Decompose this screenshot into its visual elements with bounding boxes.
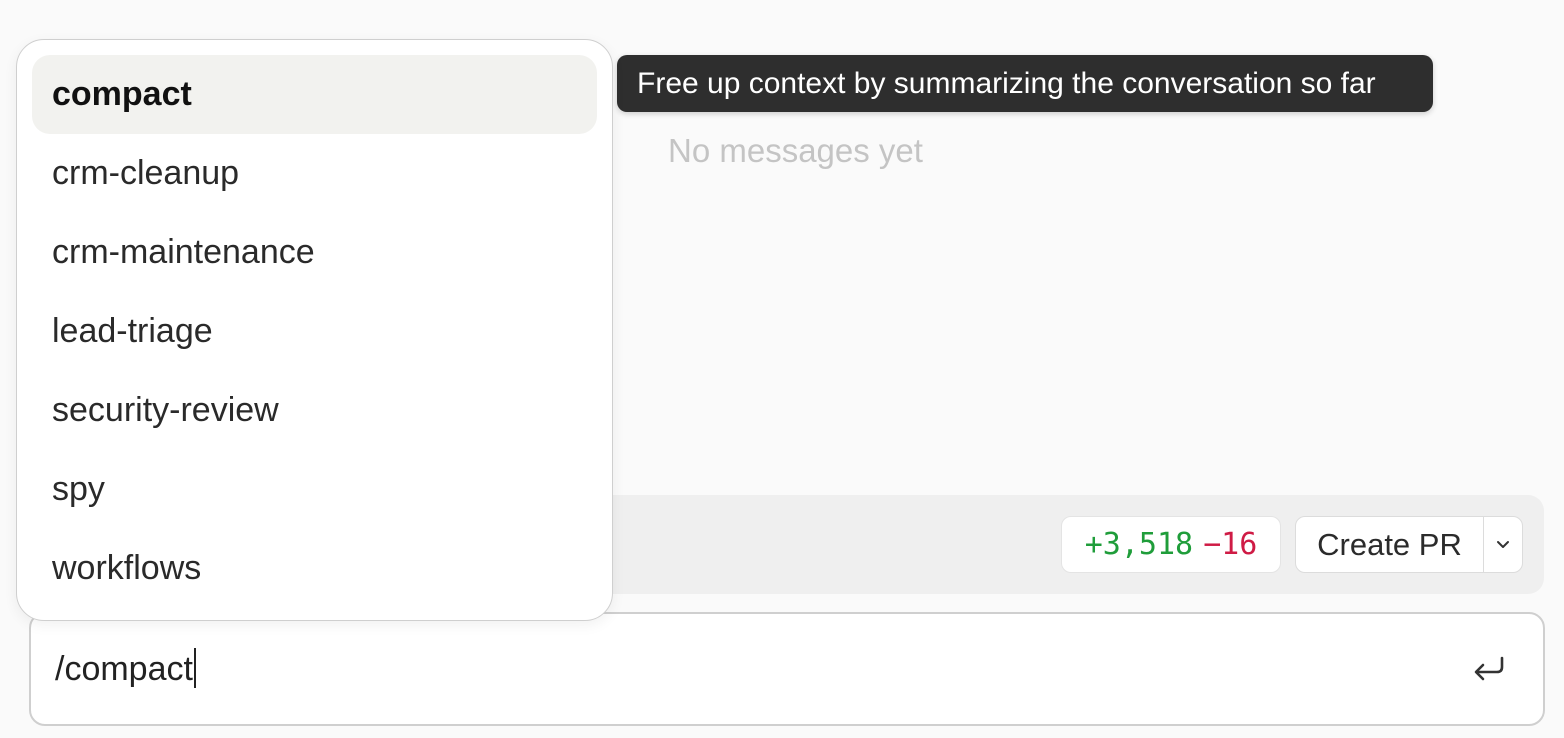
- menu-item-crm-maintenance[interactable]: crm-maintenance: [32, 213, 597, 292]
- diff-stats-badge[interactable]: +3,518 −16: [1061, 516, 1281, 573]
- chat-page: No messages yet Free up context by summa…: [0, 0, 1564, 738]
- menu-item-compact[interactable]: compact: [32, 55, 597, 134]
- create-pr-button[interactable]: Create PR: [1296, 517, 1484, 572]
- enter-return-icon: [1474, 656, 1504, 681]
- message-composer[interactable]: /compact: [29, 612, 1545, 726]
- command-tooltip: Free up context by summarizing the conve…: [617, 55, 1433, 112]
- menu-item-security-review[interactable]: security-review: [32, 371, 597, 450]
- composer-input-text: /compact: [55, 650, 193, 688]
- create-pr-split-button: Create PR: [1295, 516, 1523, 573]
- create-pr-options-button[interactable]: [1484, 517, 1522, 572]
- empty-messages-text: No messages yet: [668, 132, 923, 169]
- menu-item-lead-triage[interactable]: lead-triage: [32, 292, 597, 371]
- menu-item-crm-cleanup[interactable]: crm-cleanup: [32, 134, 597, 213]
- diff-additions: +3,518: [1084, 527, 1194, 562]
- menu-item-spy[interactable]: spy: [32, 450, 597, 529]
- menu-item-workflows[interactable]: workflows: [32, 529, 597, 608]
- slash-command-menu: compact crm-cleanup crm-maintenance lead…: [16, 39, 613, 621]
- send-button[interactable]: [1471, 652, 1507, 688]
- chevron-down-icon: [1497, 540, 1509, 548]
- diff-deletions: −16: [1203, 527, 1258, 562]
- composer-input[interactable]: /compact: [55, 614, 196, 724]
- text-cursor: [193, 648, 196, 689]
